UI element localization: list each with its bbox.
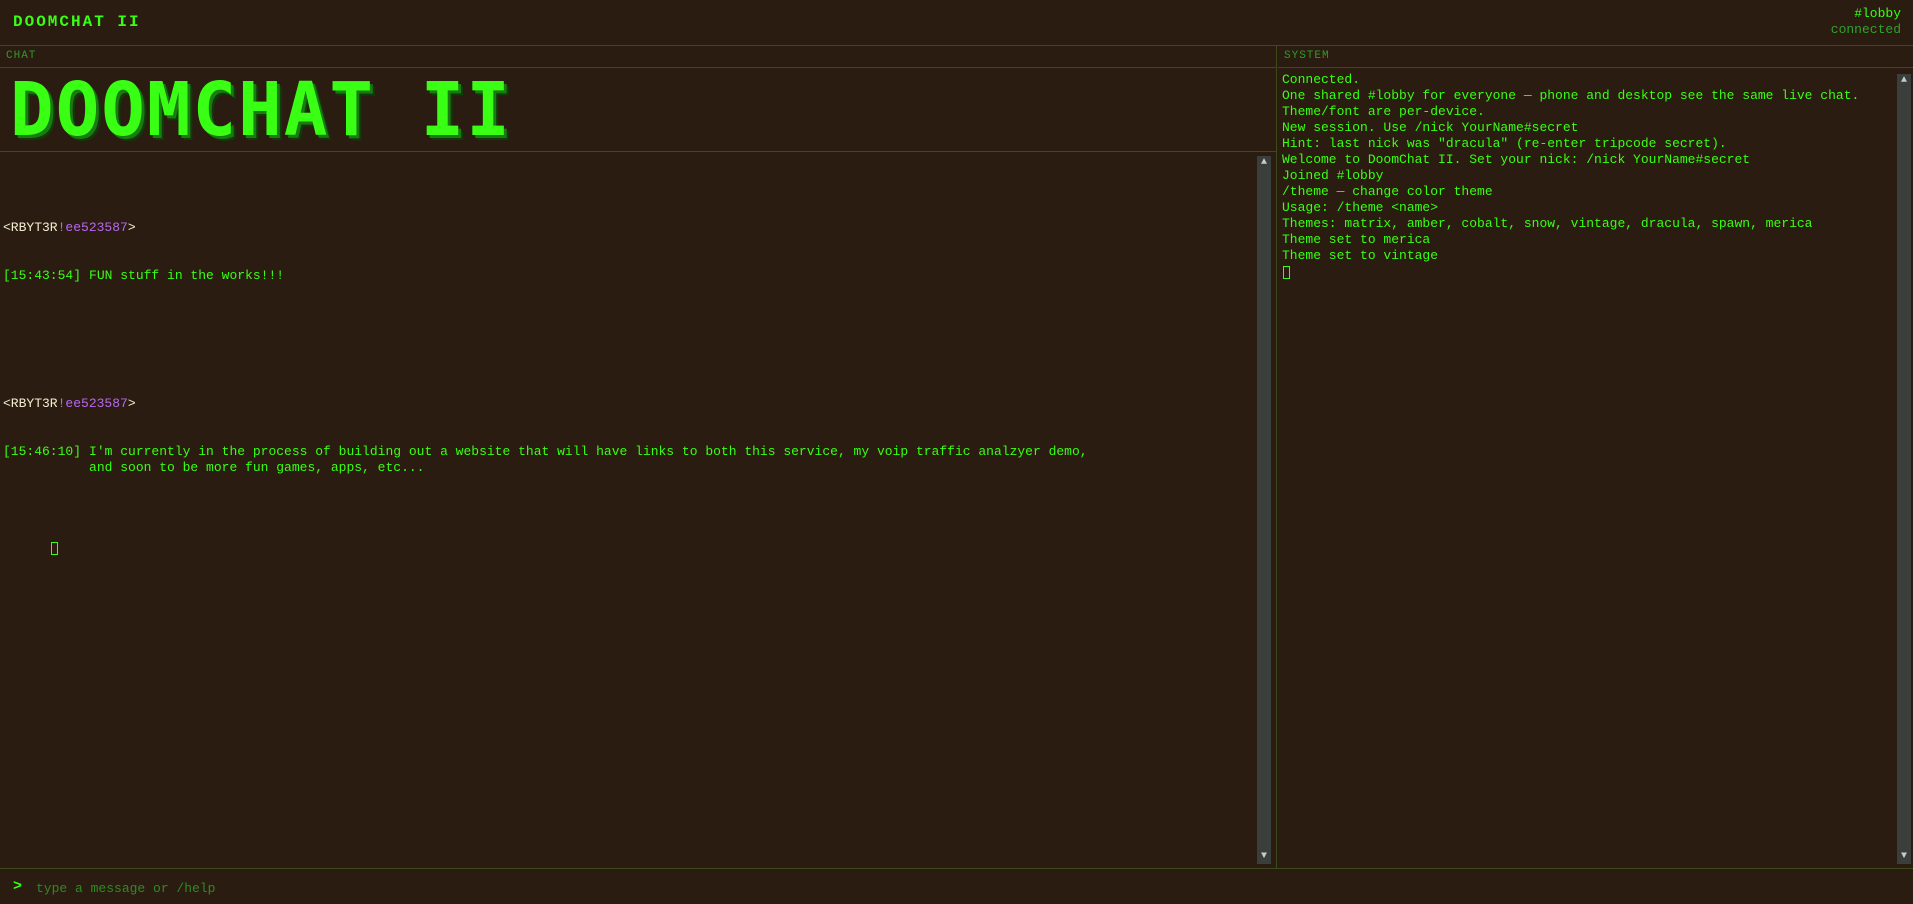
system-line: Connected. xyxy=(1282,72,1361,87)
chat-log[interactable]: <RBYT3R!ee523587> [15:43:54] FUN stuff in… xyxy=(0,152,1256,862)
author-nick-close: > xyxy=(127,220,136,235)
chat-cursor xyxy=(50,542,58,555)
system-line: Theme set to merica xyxy=(1282,232,1431,247)
system-panel-label: SYSTEM xyxy=(1284,50,1330,62)
chat-message: <RBYT3R!ee523587> [15:43:54] FUN stuff in… xyxy=(3,188,1253,316)
scroll-up-arrow-icon[interactable]: ▲ xyxy=(1897,74,1911,88)
system-line: Joined #lobby xyxy=(1282,168,1384,183)
prompt-chevron-icon: > xyxy=(13,878,23,895)
author-nick-close: > xyxy=(127,396,136,411)
chat-panel-label: CHAT xyxy=(6,50,37,62)
scroll-up-arrow-icon[interactable]: ▲ xyxy=(1257,156,1271,170)
author-nick: <RBYT3R xyxy=(3,220,58,235)
system-line: Themes: matrix, amber, cobalt, snow, vin… xyxy=(1282,216,1813,231)
system-line: Welcome to DoomChat II. Set your nick: /… xyxy=(1282,152,1751,167)
message-author: <RBYT3R!ee523587> xyxy=(3,396,1253,412)
chat-label-bar: CHAT xyxy=(0,46,1276,68)
chat-banner: DOOMCHAT II xyxy=(0,68,1276,152)
scroll-down-arrow-icon[interactable]: ▼ xyxy=(1257,850,1271,864)
system-line: One shared #lobby for everyone — phone a… xyxy=(1282,88,1868,119)
system-line: New session. Use /nick YourName#secret xyxy=(1282,120,1579,135)
input-bar: > xyxy=(0,868,1913,904)
message-timestamp: [15:46:10] xyxy=(3,444,82,459)
message-input[interactable] xyxy=(34,877,1898,899)
message-text: I'm currently in the process of building… xyxy=(89,444,1088,475)
scroll-down-arrow-icon[interactable]: ▼ xyxy=(1897,850,1911,864)
system-line: Theme set to vintage xyxy=(1282,248,1439,263)
author-nick: <RBYT3R xyxy=(3,396,58,411)
message-timestamp: [15:43:54] xyxy=(3,268,82,283)
author-tripcode: !ee523587 xyxy=(57,220,128,235)
header-bar: DOOMCHAT II #lobby connected xyxy=(0,0,1913,46)
system-label-bar: SYSTEM xyxy=(1278,46,1913,68)
system-line: Hint: last nick was "dracula" (re-enter … xyxy=(1282,136,1727,151)
message-body: [15:46:10] I'm currently in the process o… xyxy=(3,444,1253,476)
system-line: /theme — change color theme xyxy=(1282,184,1493,199)
doomchat-app: DOOMCHAT II #lobby connected CHAT DOOMCH… xyxy=(0,0,1913,904)
system-line: Usage: /theme <name> xyxy=(1282,200,1439,215)
channel-name: #lobby xyxy=(1854,6,1901,21)
message-author: <RBYT3R!ee523587> xyxy=(3,220,1253,236)
chat-scrollbar[interactable]: ▲ ▼ xyxy=(1257,156,1271,864)
chat-message: <RBYT3R!ee523587> [15:46:10] I'm currentl… xyxy=(3,364,1253,508)
banner-logo: DOOMCHAT II xyxy=(10,67,512,153)
author-tripcode: !ee523587 xyxy=(57,396,128,411)
system-cursor xyxy=(1283,266,1290,279)
message-text: FUN stuff in the works!!! xyxy=(89,268,285,283)
chat-panel: CHAT DOOMCHAT II <RBYT3R!ee523587> [15:4… xyxy=(0,46,1277,868)
system-panel: SYSTEM Connected. One shared #lobby for … xyxy=(1278,46,1913,868)
system-log[interactable]: Connected. One shared #lobby for everyon… xyxy=(1282,72,1894,284)
connection-status: connected xyxy=(1830,22,1901,37)
system-scrollbar[interactable]: ▲ ▼ xyxy=(1897,74,1911,864)
app-title: DOOMCHAT II xyxy=(13,13,141,31)
message-body: [15:43:54] FUN stuff in the works!!! xyxy=(3,268,1253,284)
